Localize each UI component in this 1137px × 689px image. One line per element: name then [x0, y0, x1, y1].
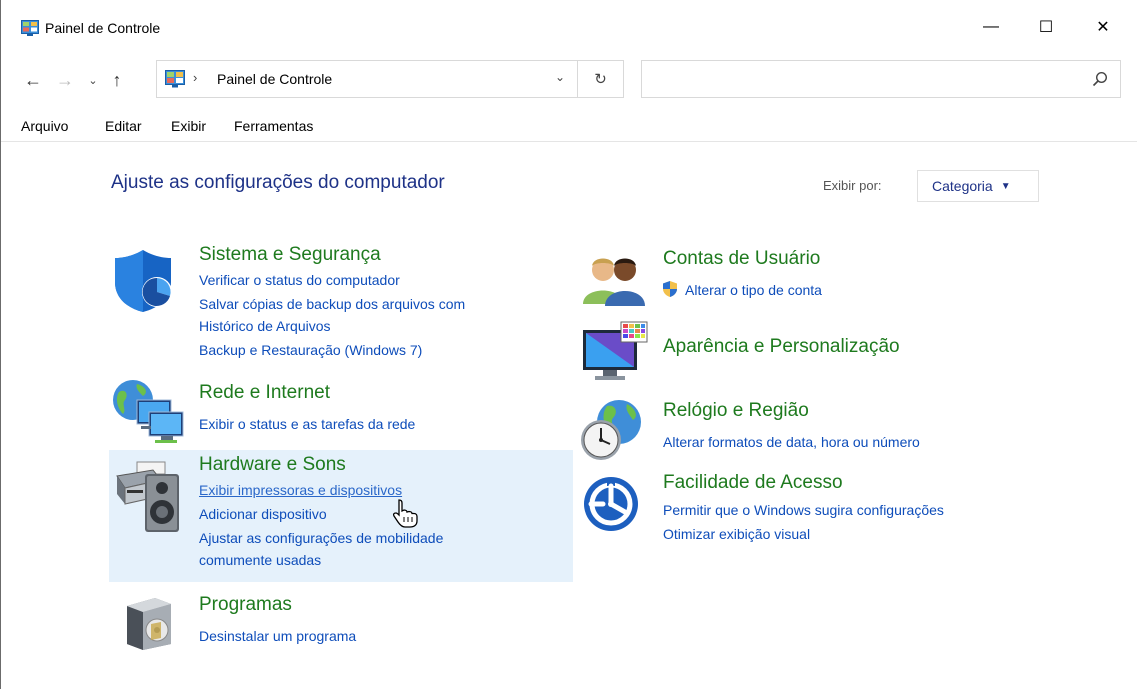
- refresh-button[interactable]: ↻: [578, 60, 624, 98]
- category-hardware-sons: Hardware e Sons Exibir impressoras e dis…: [109, 450, 573, 582]
- link-impressoras-dispositivos[interactable]: Exibir impressoras e dispositivos: [199, 482, 402, 498]
- appearance-monitor-icon[interactable]: [581, 320, 649, 384]
- view-by-dropdown[interactable]: Categoria ▼: [917, 170, 1039, 202]
- category-aparencia-personalizacao: Aparência e Personalização: [579, 318, 1059, 384]
- hand-cursor-icon: [392, 499, 418, 528]
- up-button[interactable]: ↑: [105, 66, 129, 94]
- search-input[interactable]: [641, 60, 1121, 98]
- clock-globe-icon[interactable]: [579, 398, 645, 462]
- category-rede-internet: Rede e Internet Exibir o status e as tar…: [109, 378, 573, 444]
- back-button[interactable]: ←: [21, 66, 45, 94]
- dropdown-arrow-icon: ▼: [1000, 180, 1011, 192]
- address-bar[interactable]: › Painel de Controle ⌄: [156, 60, 578, 98]
- navigation-bar: ← → ⌄ ↑ › Painel de Controle ⌄ ↻: [1, 60, 1137, 100]
- close-button[interactable]: ✕: [1080, 6, 1126, 48]
- printer-speaker-icon[interactable]: [113, 454, 185, 534]
- menu-arquivo[interactable]: Arquivo: [21, 118, 68, 134]
- link-status-rede[interactable]: Exibir o status e as tarefas da rede: [199, 416, 415, 432]
- link-permitir-sugestoes[interactable]: Permitir que o Windows sugira configuraç…: [663, 502, 944, 518]
- user-accounts-icon[interactable]: [581, 250, 645, 306]
- category-title[interactable]: Contas de Usuário: [663, 248, 820, 270]
- control-panel-icon: [21, 20, 39, 36]
- window-title: Painel de Controle: [45, 20, 161, 36]
- category-title[interactable]: Hardware e Sons: [199, 454, 346, 476]
- link-otimizar-exibicao[interactable]: Otimizar exibição visual: [663, 526, 810, 542]
- menu-editar[interactable]: Editar: [105, 118, 142, 134]
- link-comumente-usadas[interactable]: comumente usadas: [199, 552, 321, 568]
- breadcrumb[interactable]: Painel de Controle: [217, 71, 332, 87]
- recent-locations-button[interactable]: ⌄: [81, 66, 105, 94]
- link-alterar-formatos[interactable]: Alterar formatos de data, hora ou número: [663, 434, 920, 450]
- category-title[interactable]: Rede e Internet: [199, 382, 330, 404]
- link-adicionar-dispositivo[interactable]: Adicionar dispositivo: [199, 506, 327, 522]
- menu-bar: Arquivo Editar Exibir Ferramentas: [1, 114, 1137, 142]
- link-historico-arquivos[interactable]: Histórico de Arquivos: [199, 318, 331, 334]
- category-relogio-regiao: Relógio e Região Alterar formatos de dat…: [579, 396, 1059, 462]
- link-verificar-status[interactable]: Verificar o status do computador: [199, 272, 400, 288]
- ease-of-access-icon[interactable]: [581, 474, 641, 534]
- control-panel-window: Painel de Controle — ☐ ✕ ← → ⌄ ↑ › Paine…: [0, 0, 1137, 689]
- network-globe-icon[interactable]: [111, 378, 187, 444]
- search-icon[interactable]: [1092, 71, 1108, 87]
- page-title: Ajuste as configurações do computador: [111, 172, 445, 193]
- control-panel-icon: [165, 70, 185, 88]
- view-by-value: Categoria: [932, 178, 993, 194]
- link-salvar-backup[interactable]: Salvar cópias de backup dos arquivos com: [199, 296, 465, 312]
- view-by-label: Exibir por:: [823, 178, 882, 193]
- category-title[interactable]: Facilidade de Acesso: [663, 472, 843, 494]
- category-title[interactable]: Aparência e Personalização: [663, 336, 900, 358]
- maximize-button[interactable]: ☐: [1023, 6, 1069, 48]
- link-ajustar-mobilidade[interactable]: Ajustar as configurações de mobilidade: [199, 530, 443, 546]
- category-sistema-seguranca: Sistema e Segurança Verificar o status d…: [109, 240, 573, 370]
- programs-box-icon[interactable]: [121, 592, 175, 652]
- category-title[interactable]: Sistema e Segurança: [199, 244, 381, 266]
- category-programas: Programas Desinstalar um programa: [109, 590, 573, 656]
- breadcrumb-separator[interactable]: ›: [193, 70, 197, 85]
- link-desinstalar-programa[interactable]: Desinstalar um programa: [199, 628, 356, 644]
- link-alterar-tipo-conta[interactable]: Alterar o tipo de conta: [685, 282, 822, 298]
- chevron-down-icon[interactable]: ⌄: [555, 70, 565, 84]
- forward-button[interactable]: →: [53, 66, 77, 94]
- category-facilidade-acesso: Facilidade de Acesso Permitir que o Wind…: [579, 470, 1059, 550]
- uac-shield-icon: [663, 281, 677, 297]
- category-contas-usuario: Contas de Usuário Alterar o tipo de cont…: [579, 244, 1059, 306]
- menu-ferramentas[interactable]: Ferramentas: [234, 118, 313, 134]
- shield-icon[interactable]: [113, 248, 177, 314]
- minimize-button[interactable]: —: [968, 6, 1014, 48]
- link-backup-restauracao[interactable]: Backup e Restauração (Windows 7): [199, 342, 422, 358]
- menu-exibir[interactable]: Exibir: [171, 118, 206, 134]
- title-bar: Painel de Controle — ☐ ✕: [1, 0, 1137, 52]
- category-title[interactable]: Programas: [199, 594, 292, 616]
- category-title[interactable]: Relógio e Região: [663, 400, 809, 422]
